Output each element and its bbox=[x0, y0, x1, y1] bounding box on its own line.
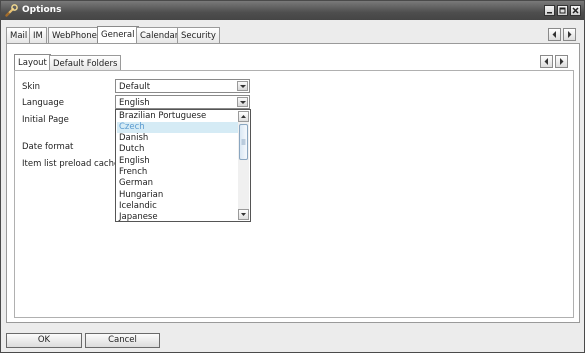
date-format-label: Date format bbox=[22, 142, 74, 152]
chevron-down-icon bbox=[240, 101, 246, 104]
title-bar[interactable]: Options bbox=[1, 1, 584, 20]
language-option[interactable]: Dutch bbox=[117, 144, 238, 155]
language-option[interactable]: Hungarian bbox=[117, 190, 238, 201]
close-icon bbox=[572, 7, 579, 14]
window-title: Options bbox=[22, 5, 62, 15]
scroll-thumb[interactable] bbox=[239, 124, 248, 160]
ok-button[interactable]: OK bbox=[6, 333, 82, 348]
chevron-left-icon bbox=[544, 58, 548, 65]
tab-calendar[interactable]: Calendar bbox=[136, 27, 183, 43]
chevron-down-icon bbox=[241, 213, 246, 216]
tab-layout[interactable]: Layout bbox=[14, 54, 51, 70]
scroll-up-button[interactable] bbox=[238, 111, 249, 122]
skin-select[interactable]: Default bbox=[115, 79, 250, 93]
maximize-button[interactable] bbox=[557, 5, 568, 16]
main-tabs-next-button[interactable] bbox=[563, 28, 576, 41]
language-dropdown-list[interactable]: Brazilian Portuguese Czech Danish Dutch … bbox=[115, 109, 251, 222]
language-select[interactable]: English bbox=[115, 95, 250, 109]
tab-im[interactable]: IM bbox=[29, 27, 47, 43]
sub-tabs-prev-button[interactable] bbox=[540, 55, 553, 68]
tab-default-folders[interactable]: Default Folders bbox=[49, 55, 122, 70]
language-option[interactable]: German bbox=[117, 178, 238, 189]
language-option[interactable]: English bbox=[117, 156, 238, 167]
maximize-icon bbox=[559, 7, 566, 14]
language-option-highlighted[interactable]: Czech bbox=[117, 122, 238, 133]
language-label: Language bbox=[22, 98, 64, 108]
language-option[interactable]: Japanese bbox=[117, 212, 238, 223]
tab-mail[interactable]: Mail bbox=[6, 27, 32, 43]
layout-panel bbox=[14, 70, 574, 318]
chevron-up-icon bbox=[241, 115, 246, 118]
language-option[interactable]: Brazilian Portuguese bbox=[117, 111, 238, 122]
tab-security[interactable]: Security bbox=[177, 27, 220, 43]
sub-tabs-next-button[interactable] bbox=[555, 55, 568, 68]
tab-general[interactable]: General bbox=[97, 26, 139, 43]
options-window: Options Mail IM WebPhone General Calenda… bbox=[0, 0, 585, 353]
language-value: English bbox=[119, 98, 150, 108]
item-list-preload-cache-label: Item list preload cache bbox=[22, 159, 120, 169]
cancel-button[interactable]: Cancel bbox=[85, 333, 160, 348]
scroll-down-button[interactable] bbox=[238, 209, 249, 220]
wrench-icon bbox=[5, 4, 18, 17]
language-option[interactable]: French bbox=[117, 167, 238, 178]
language-option[interactable]: Danish bbox=[117, 133, 238, 144]
language-option[interactable]: Icelandic bbox=[117, 201, 238, 212]
chevron-down-icon bbox=[240, 85, 246, 88]
close-button[interactable] bbox=[570, 5, 581, 16]
initial-page-label: Initial Page bbox=[22, 115, 69, 125]
main-tabs-prev-button[interactable] bbox=[548, 28, 561, 41]
minimize-icon bbox=[547, 12, 552, 14]
language-scrollbar[interactable] bbox=[238, 111, 249, 220]
minimize-button[interactable] bbox=[544, 5, 555, 16]
chevron-right-icon bbox=[568, 31, 572, 38]
tab-webphone[interactable]: WebPhone bbox=[48, 27, 101, 43]
chevron-left-icon bbox=[552, 31, 556, 38]
skin-dropdown-button[interactable] bbox=[237, 81, 248, 91]
skin-value: Default bbox=[119, 82, 151, 92]
grip-icon bbox=[241, 139, 246, 145]
language-dropdown-button[interactable] bbox=[237, 97, 248, 107]
chevron-right-icon bbox=[560, 58, 564, 65]
skin-label: Skin bbox=[22, 82, 41, 92]
